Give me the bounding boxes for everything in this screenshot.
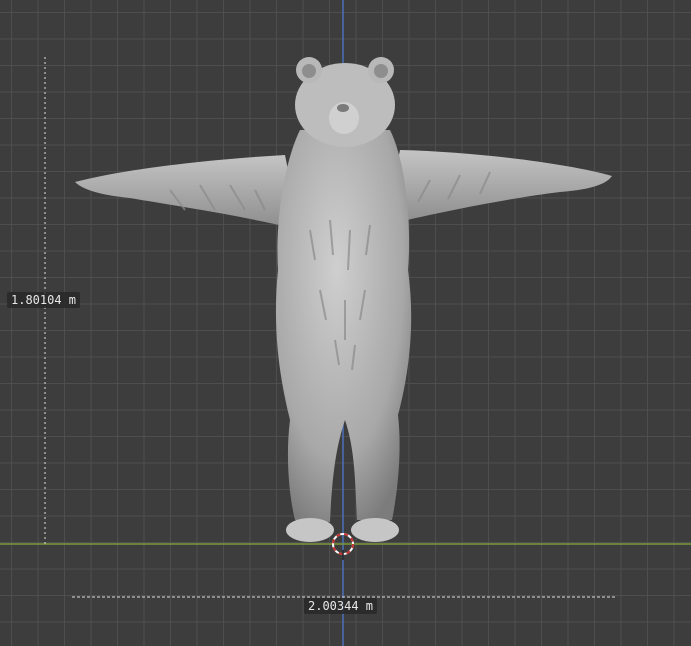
viewport-overlay <box>0 0 691 646</box>
width-measurement-label: 2.00344 m <box>304 598 378 614</box>
3d-viewport[interactable]: 1.80104 m 2.00344 m <box>0 0 691 646</box>
height-measurement-label: 1.80104 m <box>7 292 81 308</box>
